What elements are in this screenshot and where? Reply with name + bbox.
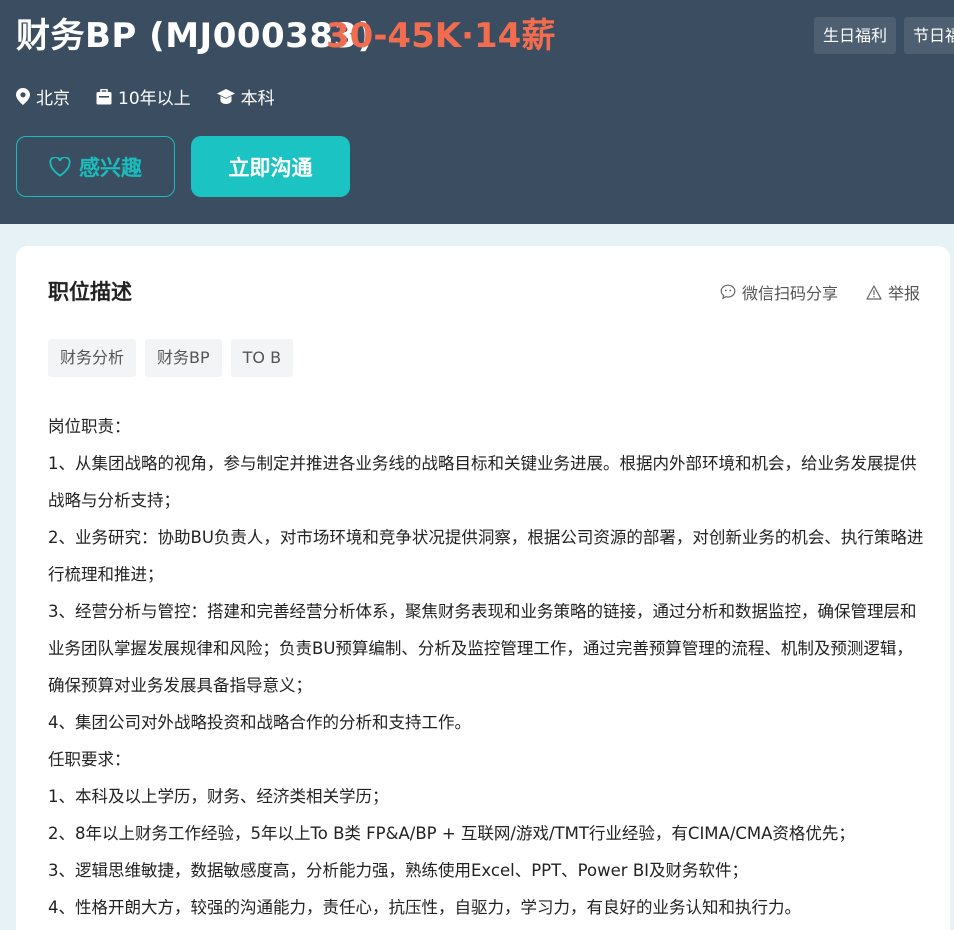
briefcase-icon <box>96 88 112 104</box>
description-line: 任职要求： <box>48 750 131 769</box>
salary: 30-45K·14薪 <box>326 16 556 56</box>
wechat-share-label: 微信扫码分享 <box>741 284 838 303</box>
description-line: 3、经营分析与管控：搭建和完善经营分析体系，聚焦财务表现和业务策略的链接，通过分… <box>48 602 917 695</box>
warning-icon <box>866 284 882 300</box>
meta-location: 北京 <box>16 84 70 109</box>
chat-now-button[interactable]: 立即沟通 <box>191 136 350 197</box>
interest-button[interactable]: 感兴趣 <box>16 136 175 197</box>
job-description-card: 职位描述 微信扫码分享 举报 财务分析 财务BP TO B 岗位职责： 1、从集… <box>16 246 950 930</box>
job-description-text: 岗位职责： 1、从集团战略的视角，参与制定并推进各业务线的战略目标和关键业务进展… <box>48 408 926 926</box>
job-title: 财务BP (MJ000383) <box>16 16 374 56</box>
skill-tag: 财务BP <box>145 339 222 377</box>
wechat-icon <box>720 284 736 300</box>
skill-tag: 财务分析 <box>48 339 137 377</box>
welfare-tag: 节日福利 <box>904 17 954 54</box>
welfare-tags: 生日福利 节日福利 <box>814 17 954 54</box>
welfare-tag: 生日福利 <box>814 17 897 54</box>
location-text: 北京 <box>36 89 70 109</box>
description-line: 2、8年以上财务工作经验，5年以上To B类 FP&A/BP + 互联网/游戏/… <box>48 824 855 843</box>
report-label: 举报 <box>887 284 920 303</box>
section-title: 职位描述 <box>48 280 132 304</box>
experience-text: 10年以上 <box>118 89 191 109</box>
wechat-share-button[interactable]: 微信扫码分享 <box>720 280 838 304</box>
skill-tag: TO B <box>230 339 294 377</box>
description-line: 4、性格开朗大方，较强的沟通能力，责任心，抗压性，自驱力，学习力，有良好的业务认… <box>48 898 801 917</box>
heart-icon <box>49 156 71 177</box>
description-line: 1、从集团战略的视角，参与制定并推进各业务线的战略目标和关键业务进展。根据内外部… <box>48 454 917 510</box>
description-line: 1、本科及以上学历，财务、经济类相关学历； <box>48 787 389 806</box>
description-line: 岗位职责： <box>48 417 131 436</box>
graduation-cap-icon <box>216 88 235 104</box>
meta-education: 本科 <box>216 84 275 109</box>
job-header: 财务BP (MJ000383) 30-45K·14薪 生日福利 节日福利 北京 … <box>0 0 954 224</box>
interest-label: 感兴趣 <box>79 155 142 180</box>
report-button[interactable]: 举报 <box>866 280 920 304</box>
card-actions: 微信扫码分享 举报 <box>692 280 920 304</box>
location-pin-icon <box>16 88 30 105</box>
education-text: 本科 <box>240 89 275 109</box>
description-line: 4、集团公司对外战略投资和战略合作的分析和支持工作。 <box>48 713 471 732</box>
description-line: 2、业务研究：协助BU负责人，对市场环境和竞争状况提供洞察，根据公司资源的部署，… <box>48 528 924 584</box>
skill-tags: 财务分析 财务BP TO B <box>48 339 294 377</box>
job-meta: 北京 10年以上 本科 <box>16 84 301 109</box>
description-line: 3、逻辑思维敏捷，数据敏感度高，分析能力强，熟练使用Excel、PPT、Powe… <box>48 861 749 880</box>
meta-experience: 10年以上 <box>96 84 191 109</box>
